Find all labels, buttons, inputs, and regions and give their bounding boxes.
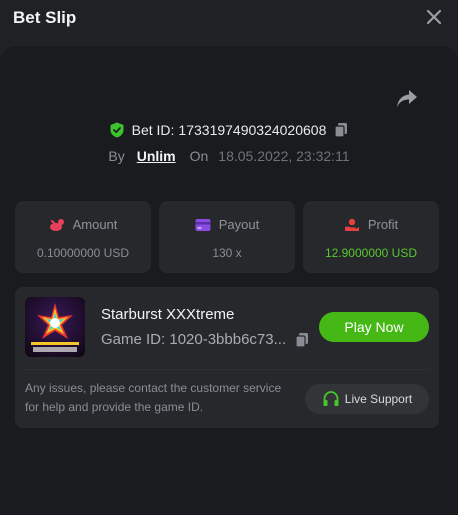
stat-amount: Amount 0.10000000 USD	[15, 201, 151, 273]
game-thumbnail[interactable]	[25, 297, 85, 357]
game-card: Starburst XXXtreme Game ID: 1020-3bbb6c7…	[15, 287, 439, 428]
play-now-button[interactable]: Play Now	[319, 312, 429, 342]
stat-payout: Payout 130 x	[159, 201, 295, 273]
profit-value: 12.9000000 USD	[324, 246, 418, 260]
amount-icon	[49, 218, 64, 231]
copy-icon[interactable]	[333, 122, 349, 138]
bet-slip-panel	[0, 46, 458, 515]
bet-id-label: Bet ID:	[131, 122, 175, 138]
headset-icon	[323, 391, 339, 406]
payout-label: Payout	[218, 217, 260, 232]
header: Bet Slip	[0, 0, 458, 38]
game-name: Starburst XXXtreme	[101, 306, 235, 323]
amount-value: 0.10000000 USD	[36, 246, 130, 260]
profit-icon	[344, 218, 359, 231]
live-support-label: Live Support	[344, 392, 413, 406]
bet-stats: Amount 0.10000000 USD Payout 130 x Profi…	[15, 201, 439, 273]
payout-value: 130 x	[212, 246, 242, 260]
bet-meta-row: By Unlim On 18.05.2022, 23:32:11	[0, 145, 458, 167]
divider	[25, 369, 429, 370]
close-icon[interactable]	[424, 7, 444, 27]
game-id-row: Game ID: 1020-3bbb6c73...	[101, 331, 310, 348]
live-support-button[interactable]: Live Support	[305, 384, 429, 414]
user-link[interactable]: Unlim	[137, 148, 176, 164]
share-icon[interactable]	[396, 89, 418, 109]
bet-id-row: Bet ID: 1733197490324020608	[0, 119, 458, 141]
stat-profit: Profit 12.9000000 USD	[303, 201, 439, 273]
bet-datetime: 18.05.2022, 23:32:11	[218, 148, 350, 164]
bet-id-value: 1733197490324020608	[178, 122, 327, 138]
shield-check-icon	[110, 122, 124, 138]
by-label: By	[108, 148, 125, 164]
on-label: On	[189, 148, 209, 164]
profit-label: Profit	[367, 217, 399, 232]
game-id: Game ID: 1020-3bbb6c73...	[101, 331, 287, 348]
starburst-logo-image	[25, 297, 85, 357]
copy-icon[interactable]	[294, 332, 310, 348]
support-note: Any issues, please contact the customer …	[25, 381, 282, 414]
card-icon	[195, 218, 211, 231]
amount-label: Amount	[72, 217, 118, 232]
page-title: Bet Slip	[13, 8, 77, 27]
